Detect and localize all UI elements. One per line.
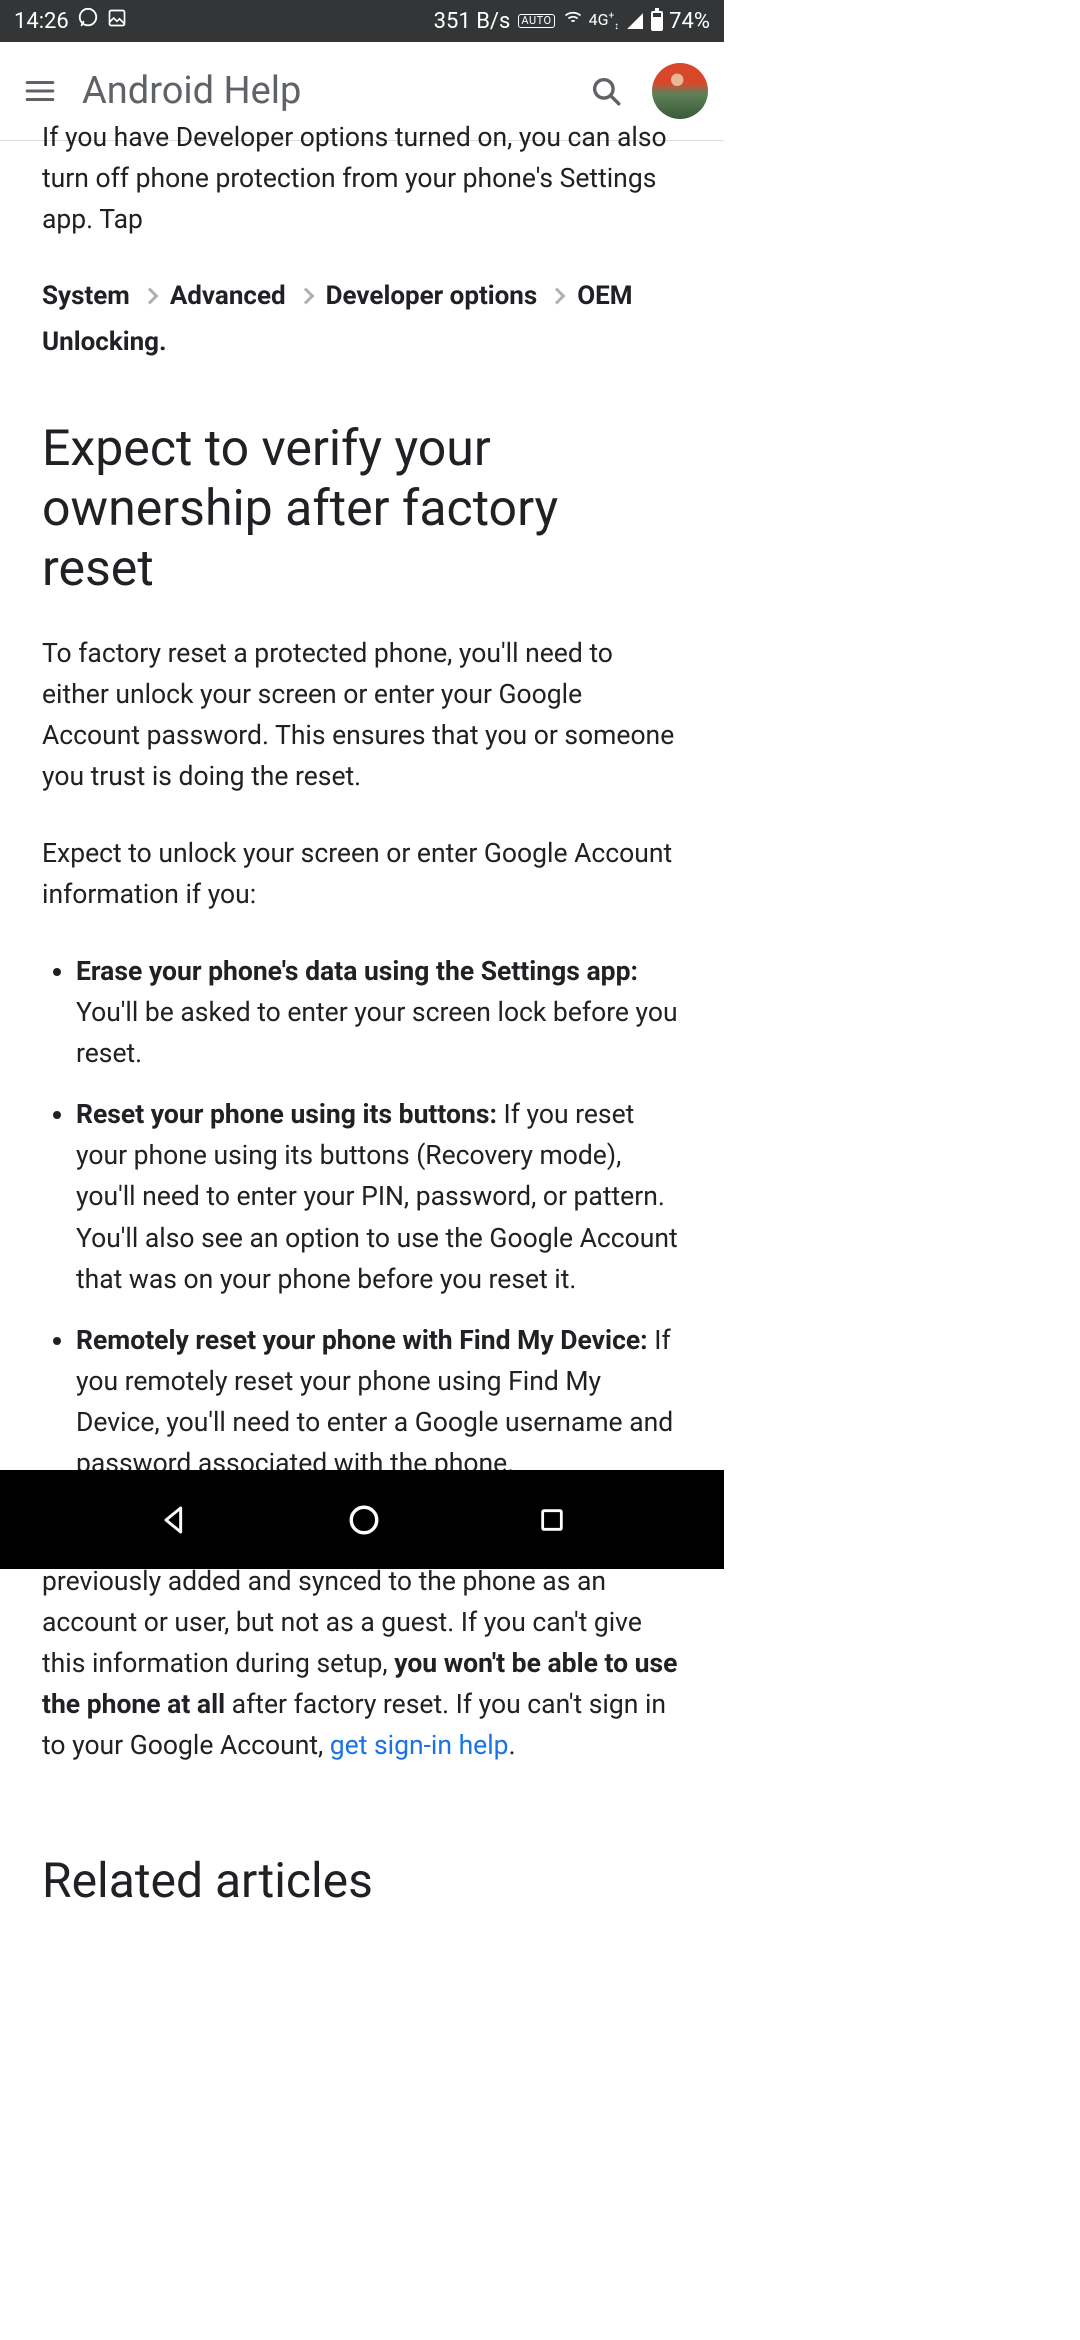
status-right: 351 B/s AUTO 4G+↕ 74%: [434, 8, 710, 34]
related-articles-heading: Related articles: [42, 1844, 682, 1918]
paragraph: Expect to unlock your screen or enter Go…: [42, 833, 682, 915]
list-item-title: Erase your phone's data using the Settin…: [76, 956, 638, 987]
image-icon: [107, 8, 127, 34]
chevron-right-icon: [549, 288, 566, 305]
chevron-right-icon: [297, 288, 314, 305]
app-title: Android Help: [82, 69, 582, 113]
back-button[interactable]: [158, 1504, 190, 1536]
intro-line2: off phone protection from your phone's S…: [42, 163, 656, 235]
verification-list: Erase your phone's data using the Settin…: [42, 951, 682, 1484]
auto-badge: AUTO: [518, 14, 554, 28]
list-item: Remotely reset your phone with Find My D…: [76, 1320, 682, 1484]
breadcrumb-item: OEM: [577, 276, 632, 316]
back-icon: [158, 1504, 190, 1536]
list-item: Erase your phone's data using the Settin…: [76, 951, 682, 1074]
section-heading: Expect to verify your ownership after fa…: [42, 419, 682, 599]
settings-breadcrumb: System Advanced Developer options OEM Un…: [42, 276, 682, 363]
battery-percent: 74%: [669, 9, 710, 34]
list-item-title: Reset your phone using its buttons:: [76, 1099, 497, 1130]
signal-icon: [627, 13, 643, 29]
list-item: Reset your phone using its buttons: If y…: [76, 1094, 682, 1299]
list-item-title: Remotely reset your phone with Find My D…: [76, 1325, 648, 1356]
net-type: 4G+↕: [589, 10, 620, 32]
article-content: If you have Developer options turned on,…: [0, 117, 724, 1919]
paragraph: To factory reset a protected phone, you'…: [42, 633, 682, 797]
status-time: 14:26: [14, 9, 69, 34]
breadcrumb-item: Developer options: [326, 276, 538, 316]
breadcrumb-item: Advanced: [170, 276, 286, 316]
search-button[interactable]: [582, 67, 630, 115]
home-icon: [347, 1503, 381, 1537]
list-item-body: You'll be asked to enter your screen loc…: [76, 997, 678, 1069]
status-bar: 14:26 351 B/s AUTO 4G+↕ 74%: [0, 0, 724, 42]
recents-button[interactable]: [538, 1506, 566, 1534]
battery-icon: [651, 11, 663, 31]
menu-button[interactable]: [16, 67, 64, 115]
home-button[interactable]: [347, 1503, 381, 1537]
intro-paragraph: If you have Developer options turned on,…: [42, 117, 682, 240]
chevron-right-icon: [141, 288, 158, 305]
search-icon: [589, 74, 623, 108]
important-period: .: [509, 1730, 516, 1761]
recents-icon: [538, 1506, 566, 1534]
net-speed: 351 B/s: [434, 9, 511, 34]
breadcrumb-item: System: [42, 276, 130, 316]
whatsapp-icon: [77, 7, 99, 35]
status-left: 14:26: [14, 7, 127, 35]
hamburger-icon: [23, 74, 57, 108]
signin-help-link[interactable]: get sign-in help: [330, 1730, 509, 1761]
system-nav-bar: [0, 1470, 724, 1569]
breadcrumb-last-wrap: Unlocking.: [42, 322, 682, 362]
avatar[interactable]: [652, 63, 708, 119]
wifi-icon: [563, 8, 583, 34]
